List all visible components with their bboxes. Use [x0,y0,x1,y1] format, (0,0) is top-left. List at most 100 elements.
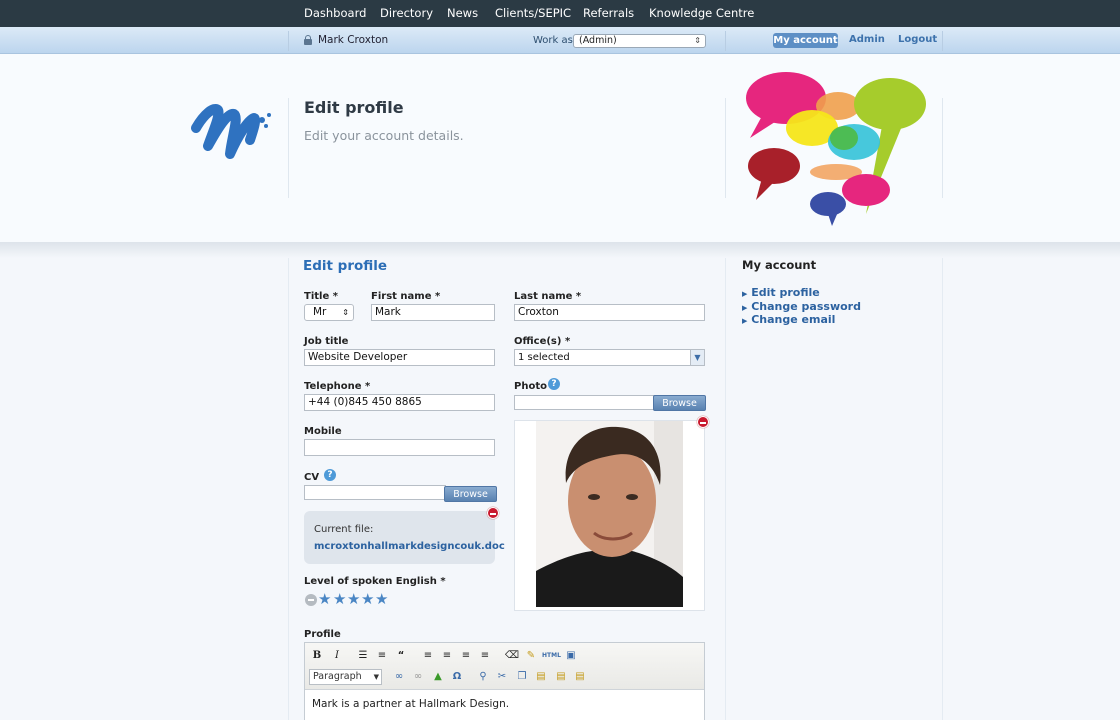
align-center-icon[interactable]: ≡ [439,648,455,664]
nav-directory[interactable]: Directory [380,0,433,27]
divider [725,98,726,198]
clear-rating-icon[interactable] [305,594,317,606]
remove-file-icon[interactable] [487,507,499,519]
mobile-label: Mobile [304,426,342,437]
speech-bubbles-illustration [746,72,926,226]
remove-photo-icon[interactable] [697,416,709,428]
star-icon[interactable]: ★ [375,592,388,607]
eraser-icon[interactable]: ⌫ [504,648,520,664]
align-right-icon[interactable]: ≡ [458,648,474,664]
star-icon[interactable]: ★ [361,592,374,607]
offices-select[interactable]: 1 selected ▼ [514,349,705,366]
bullet-list-icon[interactable]: ☰ [355,648,371,664]
logo [191,104,271,159]
nav-dashboard[interactable]: Dashboard [304,0,366,27]
format-value: Paragraph [313,671,362,682]
nav-referrals[interactable]: Referrals [583,0,634,27]
divider [942,258,943,720]
chevron-down-icon: ▼ [373,673,379,681]
cleanup-icon[interactable]: ✎ [523,648,539,664]
my-account-button[interactable]: My account [773,33,838,48]
user-name: Mark Croxton [318,34,389,46]
nav-news[interactable]: News [447,0,478,27]
title-select[interactable]: Mr ⇕ [304,304,354,321]
nav-knowledge-centre[interactable]: Knowledge Centre [649,0,754,27]
sidebar-link-change-password[interactable]: ▶ Change password [742,300,861,313]
select-arrows-icon: ⇕ [694,36,701,45]
copy-icon[interactable]: ❐ [514,669,530,685]
job-title-field[interactable]: Website Developer [304,349,495,366]
page-title: Edit profile [304,98,404,117]
arrow-right-icon: ▶ [742,304,748,312]
cv-label: CV [304,472,320,483]
mobile-field[interactable] [304,439,495,456]
sidebar-link-change-email[interactable]: ▶ Change email [742,313,835,326]
user-bar: Mark Croxton Work as (Admin) ⇕ My accoun… [0,27,1120,54]
format-select[interactable]: Paragraph ▼ [309,669,382,685]
sidebar-link-label: Change password [751,300,861,313]
align-left-icon[interactable]: ≡ [420,648,436,664]
top-navigation: Dashboard Directory News Clients/SEPIC R… [0,0,1120,27]
divider [288,98,289,198]
logout-link[interactable]: Logout [898,34,937,45]
profile-photo [536,421,683,607]
cv-browse-button[interactable]: Browse [444,486,497,502]
cut-icon[interactable]: ✂ [494,669,510,685]
arrow-right-icon: ▶ [742,290,748,298]
last-name-field[interactable]: Croxton [514,304,705,321]
editor-toolbar: B I ☰ ≡ “ ≡ ≡ ≡ ≡ ⌫ ✎ HTML ▣ Paragraph ▼… [305,643,704,689]
cv-file-field[interactable] [304,485,446,500]
page-subtitle: Edit your account details. [304,128,464,143]
form-heading: Edit profile [303,258,388,274]
arrow-right-icon: ▶ [742,317,748,325]
work-as-select[interactable]: (Admin) ⇕ [573,34,706,48]
telephone-field[interactable]: +44 (0)845 450 8865 [304,394,495,411]
fullscreen-icon[interactable]: ▣ [563,648,579,664]
bold-icon[interactable]: B [309,648,325,664]
html-icon[interactable]: HTML [542,648,561,664]
header-shadow [0,242,1120,258]
current-file-box: Current file: mcroxtonhallmarkdesigncouk… [304,511,505,564]
photo-browse-button[interactable]: Browse [653,395,706,411]
italic-icon[interactable]: I [329,648,345,664]
link-icon[interactable]: ∞ [391,669,407,685]
sidebar-link-label: Change email [751,313,836,326]
help-icon[interactable]: ? [548,378,560,390]
divider [942,98,943,198]
select-arrows-icon: ⇕ [342,308,349,317]
english-level-label: Level of spoken English * [304,576,446,587]
offices-label: Office(s) * [514,336,571,347]
star-icon[interactable]: ★ [318,592,331,607]
nav-clients-sepic[interactable]: Clients/SEPIC [495,0,571,27]
special-char-icon[interactable]: Ω [449,669,465,685]
paste-icon[interactable]: ▤ [533,669,549,685]
star-icon[interactable]: ★ [347,592,360,607]
paste-text-icon[interactable]: ▤ [553,669,569,685]
rich-text-editor: B I ☰ ≡ “ ≡ ≡ ≡ ≡ ⌫ ✎ HTML ▣ Paragraph ▼… [304,642,705,720]
profile-label: Profile [304,629,341,640]
sidebar-title: My account [742,258,817,272]
photo-file-field[interactable] [514,395,656,410]
offices-value: 1 selected [518,352,570,363]
current-file-link[interactable]: mcroxtonhallmarkdesigncouk.doc [314,541,505,552]
profile-text-area[interactable]: Mark is a partner at Hallmark Design. [305,689,704,720]
first-name-field[interactable]: Mark [371,304,495,321]
divider [725,31,726,51]
numbered-list-icon[interactable]: ≡ [374,648,390,664]
blockquote-icon[interactable]: “ [393,648,409,664]
divider [288,31,289,51]
unlink-icon[interactable]: ∞ [410,669,426,685]
image-icon[interactable]: ▲ [430,669,446,685]
work-as-value: (Admin) [579,35,617,46]
star-icon[interactable]: ★ [333,592,346,607]
divider [288,258,289,720]
current-file-label: Current file: [314,524,374,535]
align-justify-icon[interactable]: ≡ [477,648,493,664]
title-label: Title * [304,291,338,302]
divider [725,258,726,720]
sidebar-link-edit-profile[interactable]: ▶ Edit profile [742,286,820,299]
admin-link[interactable]: Admin [849,34,885,45]
find-icon[interactable]: ⚲ [475,669,491,685]
help-icon[interactable]: ? [324,469,336,481]
paste-word-icon[interactable]: ▤ [572,669,588,685]
